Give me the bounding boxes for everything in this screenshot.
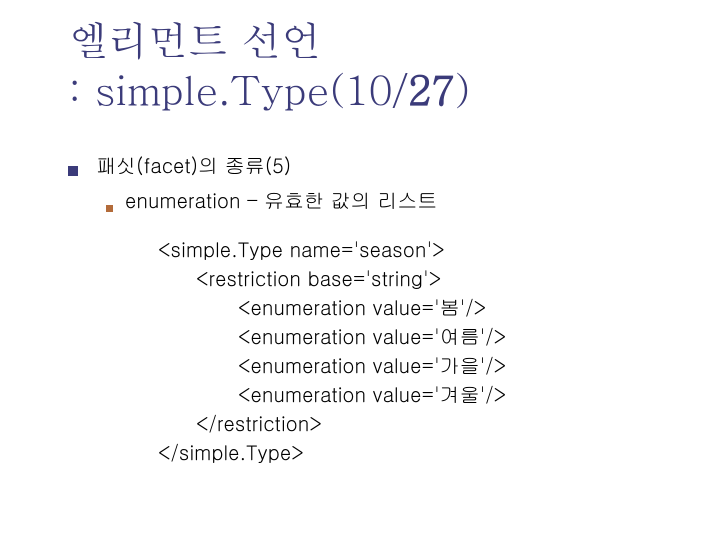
- title-line2: : simple.Type(10/27): [68, 64, 470, 114]
- code-line-5: <enumeration value='가을'/>: [158, 350, 506, 379]
- slide-title: 엘리먼트 선언 : simple.Type(10/27): [68, 14, 470, 114]
- title-line1: 엘리먼트 선언: [68, 14, 470, 64]
- code-line-7: </restriction>: [158, 408, 506, 437]
- code-line-8: </simple.Type>: [158, 437, 506, 466]
- code-line-4: <enumeration value='여름'/>: [158, 321, 506, 350]
- title-line2-suffix: ): [455, 61, 470, 117]
- code-line-1: <simple.Type name='season'>: [158, 234, 506, 263]
- title-line2-prefix: : simple.Type(10/: [68, 61, 407, 117]
- code-block: <simple.Type name='season'> <restriction…: [158, 234, 506, 466]
- square-bullet-icon: [68, 166, 78, 176]
- square-bullet-small-icon: [106, 205, 113, 212]
- bullet2-text: enumeration – 유효한 값의 리스트: [125, 185, 437, 214]
- bullet1-text: 패싯(facet)의 종류(5): [96, 150, 291, 179]
- slide: 엘리먼트 선언 : simple.Type(10/27) 패싯(facet)의 …: [0, 0, 720, 540]
- bullet-level1: 패싯(facet)의 종류(5): [68, 150, 506, 179]
- bullet-level2: enumeration – 유효한 값의 리스트: [106, 185, 506, 214]
- title-line2-bold: 27: [407, 61, 455, 117]
- code-line-6: <enumeration value='겨울'/>: [158, 379, 506, 408]
- body-content: 패싯(facet)의 종류(5) enumeration – 유효한 값의 리스…: [68, 150, 506, 466]
- code-line-2: <restriction base='string'>: [158, 263, 506, 292]
- code-line-3: <enumeration value='봄'/>: [158, 292, 506, 321]
